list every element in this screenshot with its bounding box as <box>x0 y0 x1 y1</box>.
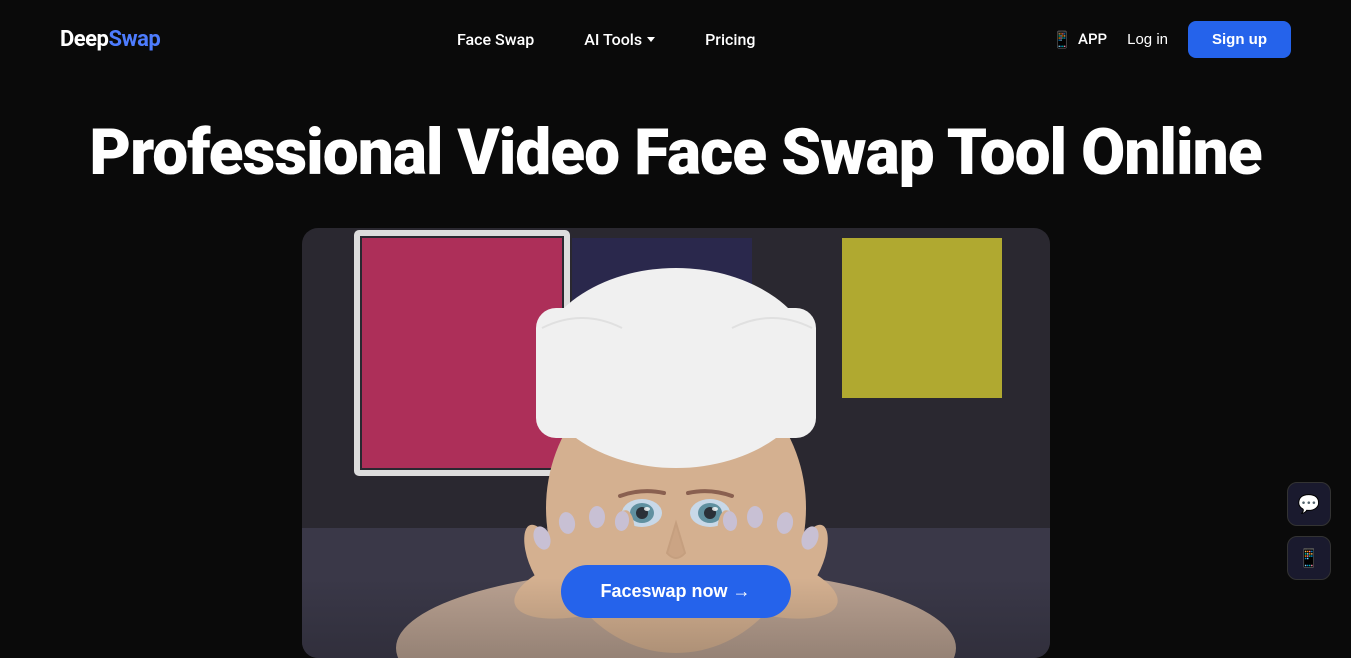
chevron-down-icon <box>647 37 655 42</box>
nav-pricing[interactable]: Pricing <box>705 30 755 49</box>
faceswap-button-container: Faceswap now → <box>560 565 790 618</box>
hero-section: Professional Video Face Swap Tool Online <box>0 78 1351 658</box>
brand-logo[interactable]: DeepSwap <box>60 27 160 52</box>
navbar: DeepSwap Face Swap AI Tools Pricing 📱 AP… <box>0 0 1351 78</box>
logo-deep: Deep <box>60 27 108 52</box>
chat-widget-button[interactable]: 💬 <box>1287 482 1331 526</box>
nav-ai-tools-label: AI Tools <box>584 30 642 49</box>
hero-image-container: Faceswap now → <box>302 228 1050 658</box>
chat-icon: 💬 <box>1298 494 1320 515</box>
navbar-right: 📱 APP Log in Sign up <box>1052 21 1291 58</box>
faceswap-now-button[interactable]: Faceswap now → <box>560 565 790 618</box>
nav-ai-tools[interactable]: AI Tools <box>584 30 655 49</box>
phone-icon: 📱 <box>1052 30 1072 49</box>
logo-swap: Swap <box>108 27 160 52</box>
app-widget-icon: 📱 <box>1298 548 1320 569</box>
nav-face-swap[interactable]: Face Swap <box>457 30 534 49</box>
floating-widgets: 💬 📱 <box>1287 482 1331 580</box>
app-link[interactable]: 📱 APP <box>1052 30 1107 49</box>
nav-links: Face Swap AI Tools Pricing <box>457 30 756 49</box>
login-button[interactable]: Log in <box>1127 31 1168 48</box>
app-label: APP <box>1078 30 1107 48</box>
signup-button[interactable]: Sign up <box>1188 21 1291 58</box>
hero-title: Professional Video Face Swap Tool Online <box>89 118 1261 188</box>
app-widget-button[interactable]: 📱 <box>1287 536 1331 580</box>
